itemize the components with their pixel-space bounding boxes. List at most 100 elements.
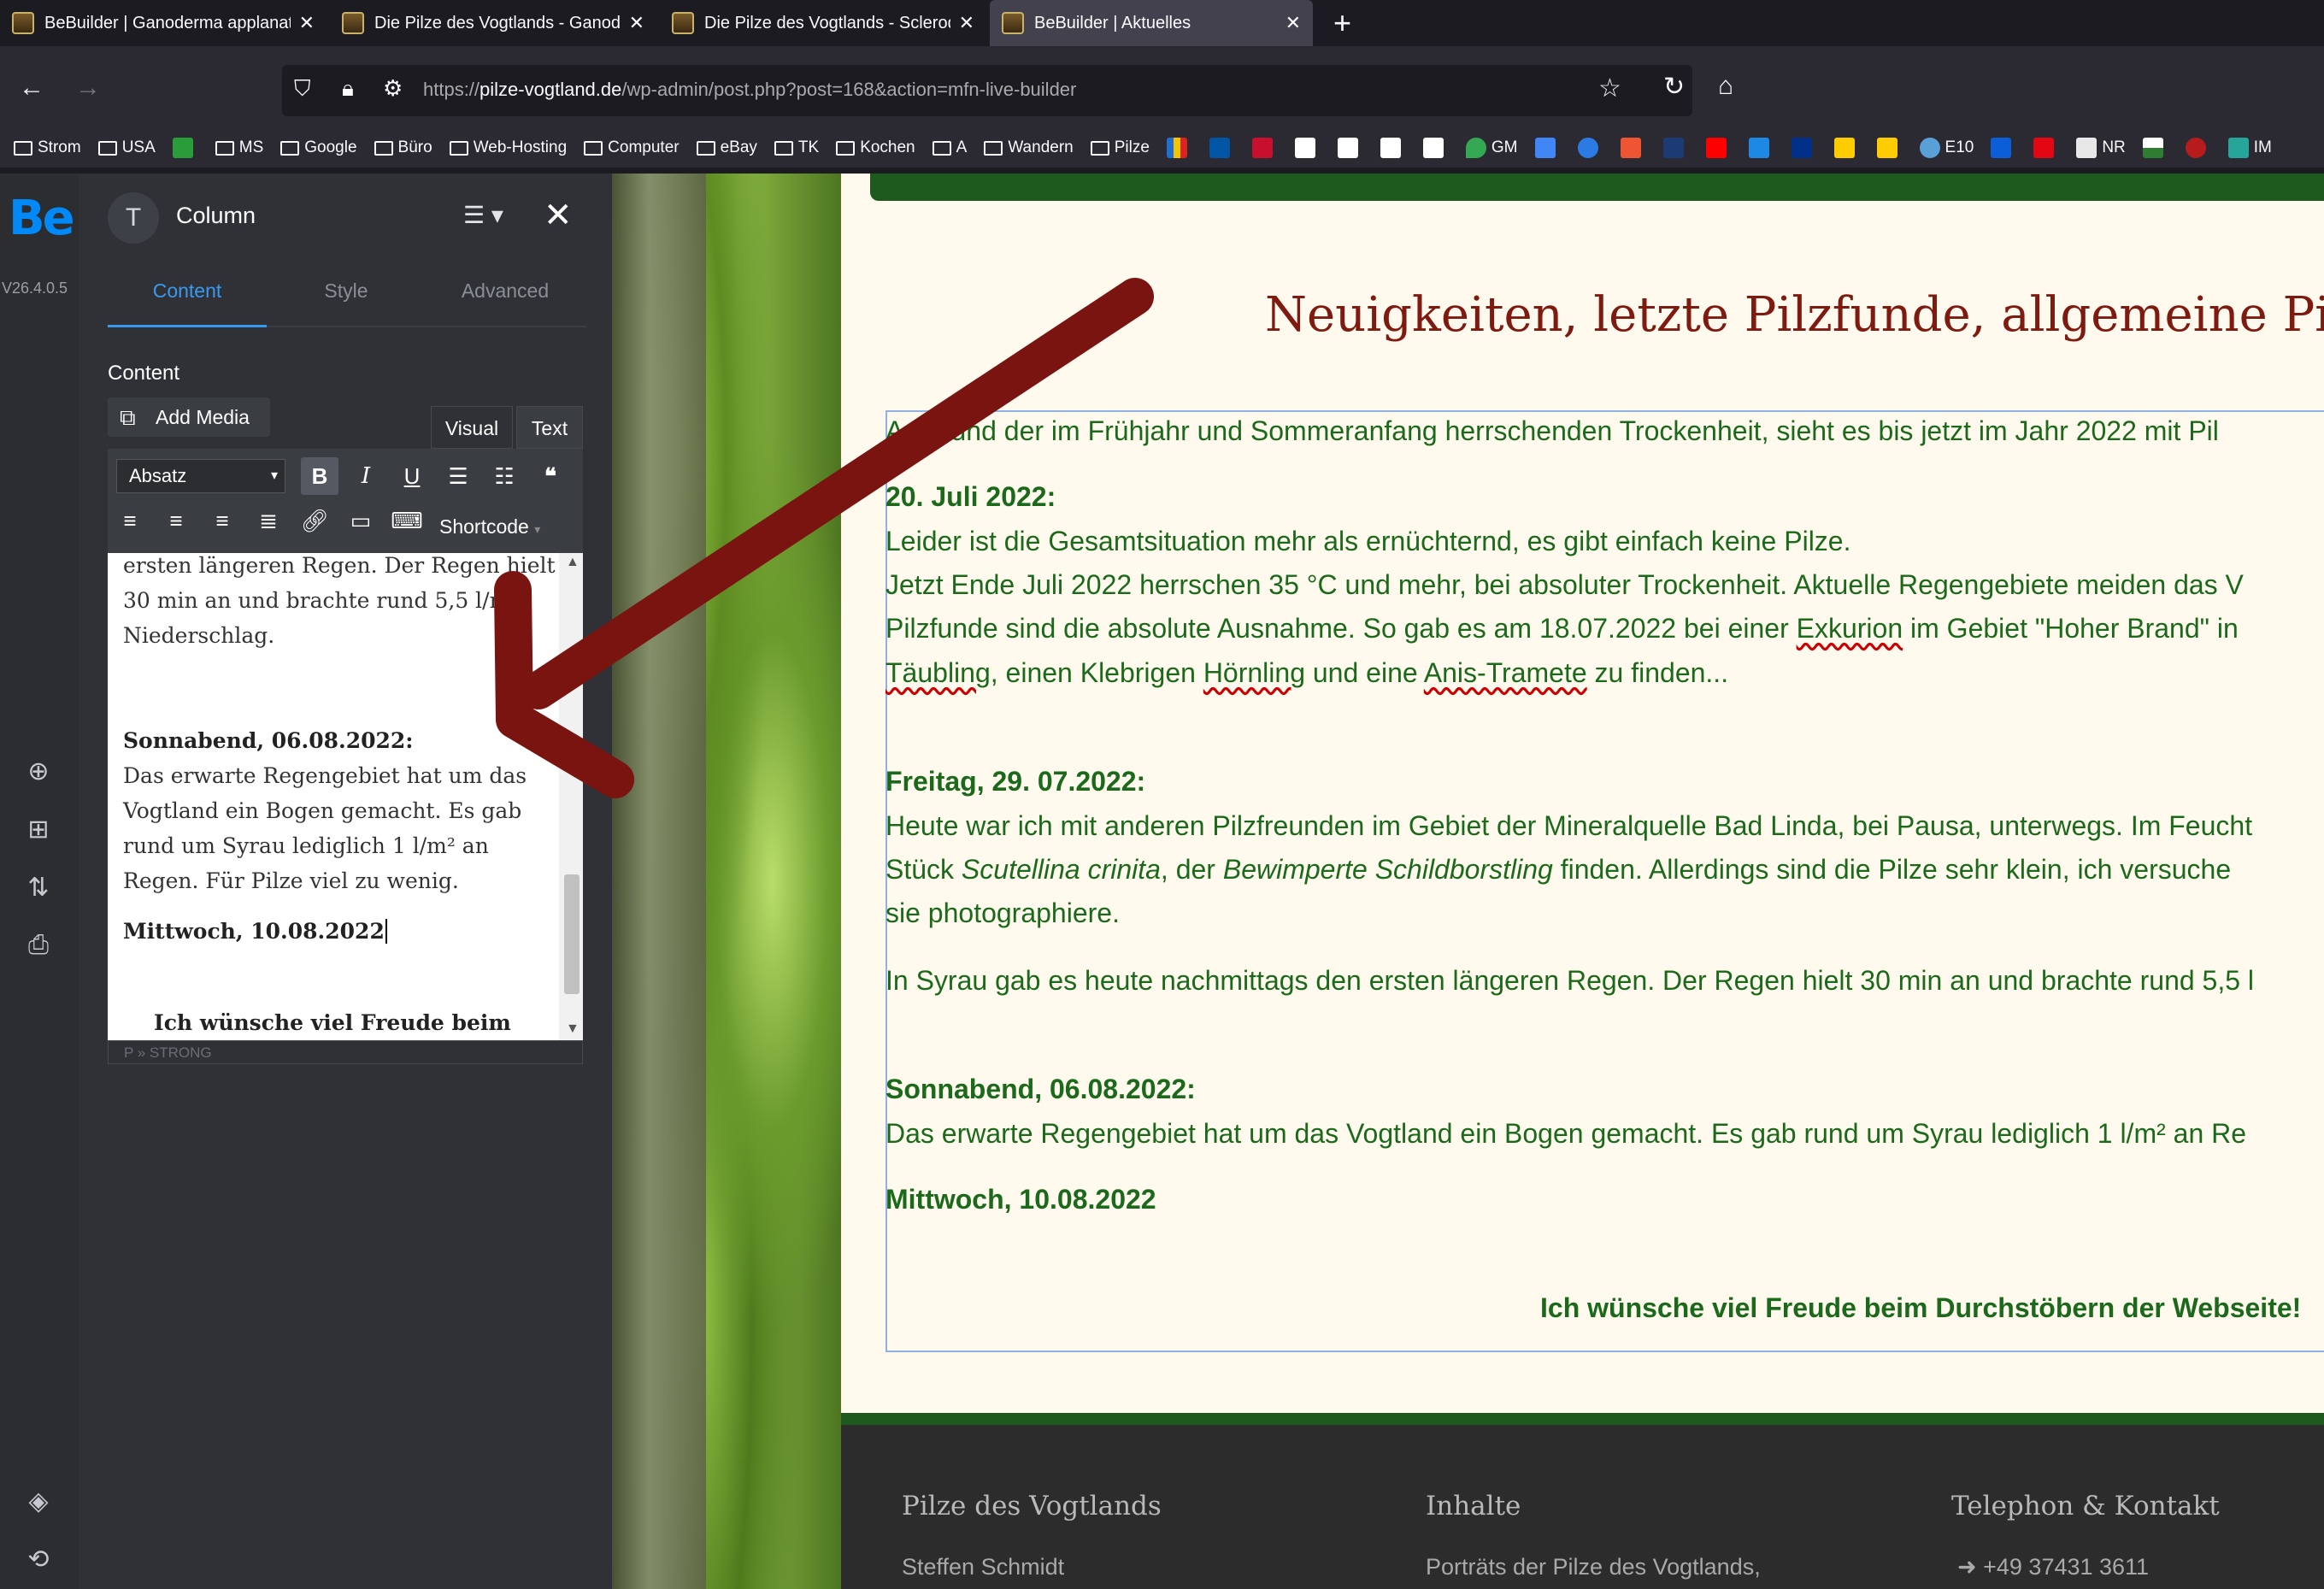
align-justify-icon[interactable]: ≣	[250, 502, 287, 539]
bookmark-item[interactable]	[1876, 138, 1903, 158]
bookmark-folder[interactable]: Computer	[584, 138, 680, 157]
format-select[interactable]: Absatz ▾	[116, 459, 285, 493]
bookmark-item[interactable]	[1380, 138, 1406, 158]
link-icon[interactable]: 🔗︎	[296, 502, 333, 539]
bookmark-item[interactable]	[1577, 138, 1603, 158]
tab-advanced[interactable]: Advanced	[426, 266, 585, 327]
bookmark-item[interactable]	[1422, 138, 1449, 158]
bookmark-item[interactable]	[1705, 138, 1732, 158]
video-icon	[1748, 138, 1769, 158]
bookmark-item[interactable]: NR	[2076, 138, 2126, 158]
bookmark-item[interactable]: GM	[1465, 138, 1518, 158]
bookmark-item[interactable]	[1791, 138, 1817, 158]
close-tab-icon[interactable]: ✕	[959, 12, 974, 34]
folder-icon	[215, 140, 234, 156]
text-cursor	[385, 919, 387, 944]
bookmark-item[interactable]: E10	[1919, 138, 1974, 158]
shortcode-dropdown[interactable]: Shortcode ▾	[439, 505, 540, 550]
bookmark-item[interactable]	[1294, 138, 1321, 158]
footer-phone[interactable]: ➜ +49 37431 3611	[1957, 1554, 2149, 1580]
bookmark-folder[interactable]: MS	[215, 138, 263, 157]
bookmark-item[interactable]	[2033, 138, 2059, 158]
blockquote-icon[interactable]: ❝	[532, 457, 569, 495]
close-tab-icon[interactable]: ✕	[1286, 12, 1301, 34]
close-tab-icon[interactable]: ✕	[629, 12, 644, 34]
bookmark-folder[interactable]: Büro	[374, 138, 432, 157]
bookmark-item[interactable]	[1620, 138, 1646, 158]
history-icon[interactable]: ⟲	[24, 1545, 53, 1574]
url-text[interactable]: https://pilze-vogtland.de/wp-admin/post.…	[423, 79, 1076, 101]
scroll-down-icon[interactable]: ▼	[566, 1021, 580, 1037]
text-tab[interactable]: Text	[516, 406, 583, 449]
bookmark-item[interactable]	[1991, 138, 2016, 158]
scrollbar-thumb[interactable]	[564, 874, 580, 994]
visual-editor[interactable]: ersten längeren Regen. Der Regen hielt 3…	[108, 553, 583, 1040]
footer-heading: Pilze des Vogtlands	[902, 1491, 1162, 1521]
bookmark-item[interactable]: IM	[2227, 138, 2272, 158]
numbered-list-icon[interactable]: ☷	[485, 457, 523, 495]
bookmark-folder[interactable]: Pilze	[1090, 138, 1150, 157]
bookmark-item[interactable]	[1209, 138, 1235, 158]
bookmark-folder[interactable]: TK	[774, 138, 819, 157]
bookmark-item[interactable]	[2185, 138, 2211, 158]
home-icon[interactable]: ⌂	[1718, 72, 1733, 101]
bookmark-item[interactable]	[1166, 138, 1192, 158]
bold-button[interactable]: B	[301, 457, 338, 495]
bookmark-item[interactable]	[1662, 138, 1689, 158]
bookmark-item[interactable]	[172, 138, 198, 158]
underline-button[interactable]: U	[393, 457, 431, 495]
bookmark-folder[interactable]: Google	[280, 138, 357, 157]
align-left-icon[interactable]: ≡	[111, 502, 149, 539]
tab-style[interactable]: Style	[267, 266, 426, 327]
bookmark-folder[interactable]: A	[932, 138, 967, 157]
close-tab-icon[interactable]: ✕	[299, 12, 315, 34]
shield-icon[interactable]: ⛉	[294, 75, 311, 103]
tab-3[interactable]: Die Pilze des Vogtlands - Scleroderma ✕	[660, 0, 986, 46]
add-media-button[interactable]: ⧉ Add Media	[108, 397, 270, 437]
bookmark-item[interactable]	[1833, 138, 1860, 158]
back-icon[interactable]: ←	[19, 74, 44, 103]
tab-1[interactable]: BeBuilder | Ganoderma applanatum ✕	[0, 0, 327, 46]
reload-icon[interactable]: ↻	[1663, 72, 1685, 102]
italic-button[interactable]: I	[347, 457, 385, 495]
bookmark-folder[interactable]: Kochen	[836, 138, 915, 157]
forward-icon[interactable]: →	[75, 74, 101, 103]
align-right-icon[interactable]: ≡	[203, 502, 241, 539]
bookmark-folder[interactable]: Web-Hosting	[449, 138, 567, 157]
permissions-icon[interactable]: ⚙	[383, 75, 403, 102]
tab-2[interactable]: Die Pilze des Vogtlands - Ganoderma ✕	[330, 0, 656, 46]
bookmark-item[interactable]	[1534, 138, 1561, 158]
bookmark-item[interactable]	[2142, 138, 2168, 158]
import-icon[interactable]: ⎙	[24, 931, 53, 960]
bookmark-folder[interactable]: Wandern	[984, 138, 1074, 157]
tab-4-active[interactable]: BeBuilder | Aktuelles ✕	[990, 0, 1313, 46]
bookmark-star-icon[interactable]: ☆	[1598, 74, 1621, 103]
panel-settings-dropdown-icon[interactable]: ☰ ▾	[463, 201, 503, 229]
align-center-icon[interactable]: ≡	[157, 502, 195, 539]
visual-tab[interactable]: Visual	[431, 406, 513, 449]
bookmark-folder[interactable]: Strom	[14, 138, 81, 157]
layers-icon[interactable]: ◈	[24, 1486, 53, 1515]
close-panel-icon[interactable]: ✕	[544, 196, 573, 235]
url-bar[interactable]: ⛉ 🔒︎ ⚙ https://pilze-vogtland.de/wp-admi…	[282, 65, 1692, 116]
editor-scrollbar[interactable]: ▲ ▼	[559, 553, 583, 1040]
add-section-icon[interactable]: ⊞	[24, 815, 53, 844]
bullet-list-icon[interactable]: ☰	[439, 457, 477, 495]
bebuilder-logo[interactable]: Be	[9, 191, 75, 246]
lock-icon[interactable]: 🔒︎	[342, 75, 354, 103]
bookmark-item[interactable]	[1337, 138, 1363, 158]
tab-content[interactable]: Content	[108, 266, 267, 327]
read-more-icon[interactable]: ▭	[342, 502, 379, 539]
bookmark-folder[interactable]: eBay	[696, 138, 757, 157]
scroll-up-icon[interactable]: ▲	[566, 555, 580, 570]
bookmark-item[interactable]	[1251, 138, 1278, 158]
editor-content[interactable]: ersten längeren Regen. Der Regen hielt 3…	[123, 553, 559, 1040]
sort-icon[interactable]: ⇅	[24, 873, 53, 902]
add-element-icon[interactable]: ⊕	[24, 756, 53, 786]
keyboard-icon[interactable]: ⌨	[388, 502, 426, 539]
footer-text[interactable]: Porträts der Pilze des Vogtlands,	[1426, 1554, 1761, 1580]
bookmark-item[interactable]	[1748, 138, 1774, 158]
new-tab-button[interactable]: +	[1333, 5, 1351, 41]
bookmark-folder[interactable]: USA	[97, 138, 156, 157]
folder-icon	[836, 140, 856, 156]
